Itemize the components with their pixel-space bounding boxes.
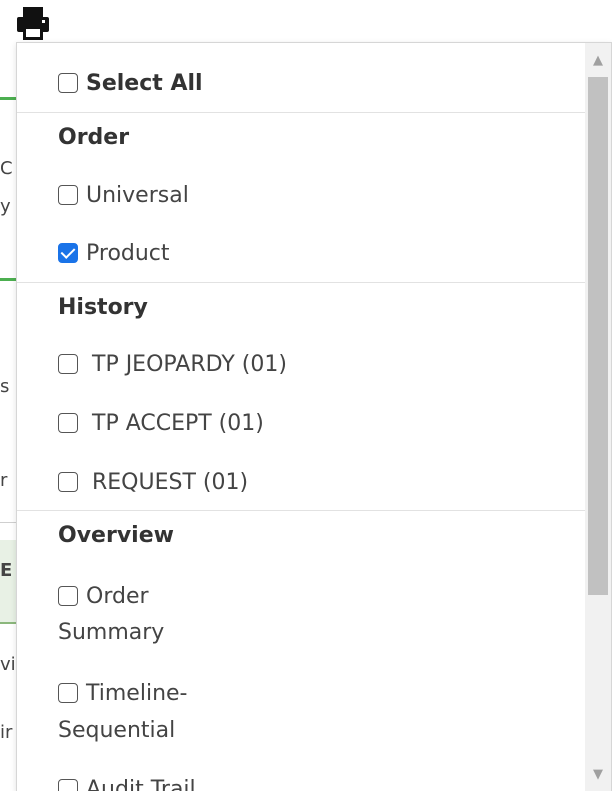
- universal-checkbox[interactable]: [58, 185, 78, 205]
- option-tp-jeopardy[interactable]: TP JEOPARDY (01): [17, 346, 585, 382]
- bg-accent-line: [0, 97, 16, 100]
- bg-text-fragment: vi: [0, 654, 16, 675]
- bg-panel: [0, 540, 16, 624]
- option-label: Order: [86, 583, 149, 609]
- bg-accent-line: [0, 278, 16, 281]
- page: C y s r E vi ir Select All Order Univers…: [0, 0, 612, 791]
- bg-text-fragment: ir: [0, 722, 13, 743]
- divider: [17, 282, 585, 283]
- section-heading-history: History: [58, 295, 148, 320]
- select-all-option[interactable]: Select All: [17, 65, 585, 101]
- scrollbar-thumb[interactable]: [588, 77, 608, 595]
- product-checkbox[interactable]: [58, 243, 78, 263]
- option-label: TP ACCEPT (01): [92, 410, 264, 436]
- section-heading-order: Order: [58, 125, 130, 150]
- request-checkbox[interactable]: [58, 472, 78, 492]
- bg-divider: [0, 522, 16, 523]
- timeline-sequential-checkbox[interactable]: [58, 683, 78, 703]
- option-request[interactable]: REQUEST (01): [17, 464, 585, 500]
- print-options-dropdown: Select All Order Universal Product Histo…: [16, 42, 612, 791]
- option-order-summary[interactable]: Order: [17, 578, 585, 614]
- bg-text-fragment: C: [0, 158, 13, 179]
- option-label-continued: Summary: [58, 620, 165, 645]
- tp-jeopardy-checkbox[interactable]: [58, 354, 78, 374]
- section-heading-overview: Overview: [58, 523, 174, 548]
- vertical-scrollbar[interactable]: ▲ ▼: [585, 43, 611, 791]
- print-options-list: Select All Order Universal Product Histo…: [17, 43, 585, 791]
- option-label: Universal: [86, 182, 189, 208]
- option-audit-trail[interactable]: Audit Trail: [17, 771, 585, 791]
- bg-text-fragment: E: [0, 560, 13, 581]
- bg-text-fragment: r: [0, 470, 8, 491]
- divider: [17, 510, 585, 511]
- arrow-up-icon[interactable]: ▲: [585, 45, 611, 75]
- option-label: REQUEST (01): [92, 469, 249, 495]
- option-label: Product: [86, 240, 170, 266]
- printer-icon[interactable]: [14, 4, 54, 44]
- option-product[interactable]: Product: [17, 235, 585, 271]
- option-label: Audit Trail: [86, 776, 196, 791]
- select-all-checkbox[interactable]: [58, 73, 78, 93]
- bg-text-fragment: y: [0, 196, 11, 217]
- option-label-continued: Sequential: [58, 718, 176, 743]
- select-all-label: Select All: [86, 70, 203, 96]
- audit-trail-checkbox[interactable]: [58, 779, 78, 791]
- option-label: Timeline-: [86, 680, 188, 706]
- option-timeline-sequential[interactable]: Timeline-: [17, 675, 585, 711]
- option-label: TP JEOPARDY (01): [92, 351, 287, 377]
- arrow-down-icon[interactable]: ▼: [585, 759, 611, 789]
- option-tp-accept[interactable]: TP ACCEPT (01): [17, 405, 585, 441]
- divider: [17, 112, 585, 113]
- bg-text-fragment: s: [0, 376, 10, 397]
- order-summary-checkbox[interactable]: [58, 586, 78, 606]
- option-universal[interactable]: Universal: [17, 177, 585, 213]
- tp-accept-checkbox[interactable]: [58, 413, 78, 433]
